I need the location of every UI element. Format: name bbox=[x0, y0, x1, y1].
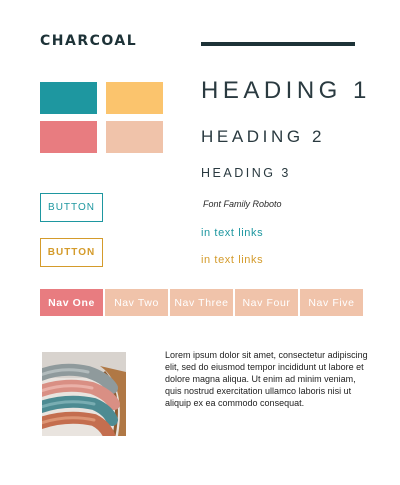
heading-2: HEADING 2 bbox=[201, 127, 326, 146]
text-link-teal[interactable]: in text links bbox=[201, 227, 263, 239]
nav-item-three[interactable]: Nav Three bbox=[170, 289, 233, 316]
brand-logo: CHARCOAL bbox=[40, 33, 138, 49]
text-link-gold[interactable]: in text links bbox=[201, 254, 263, 266]
nav-item-one[interactable]: Nav One bbox=[40, 289, 103, 316]
top-divider bbox=[201, 42, 355, 46]
color-swatch-peach bbox=[106, 121, 163, 153]
color-swatch-teal bbox=[40, 82, 97, 114]
primary-button[interactable]: BUTTON bbox=[40, 193, 103, 222]
color-swatch-coral bbox=[40, 121, 97, 153]
nav-item-four[interactable]: Nav Four bbox=[235, 289, 298, 316]
heading-3: HEADING 3 bbox=[201, 166, 291, 180]
nav-item-five[interactable]: Nav Five bbox=[300, 289, 363, 316]
heading-1: HEADING 1 bbox=[201, 77, 371, 104]
font-family-note: Font Family Roboto bbox=[203, 199, 282, 209]
yarn-basket-image bbox=[42, 352, 126, 436]
body-paragraph: Lorem ipsum dolor sit amet, consectetur … bbox=[165, 350, 368, 408]
nav-item-two[interactable]: Nav Two bbox=[105, 289, 168, 316]
secondary-button[interactable]: BUTTON bbox=[40, 238, 103, 267]
nav-bar: Nav One Nav Two Nav Three Nav Four Nav F… bbox=[40, 289, 363, 316]
color-swatch-yellow bbox=[106, 82, 163, 114]
